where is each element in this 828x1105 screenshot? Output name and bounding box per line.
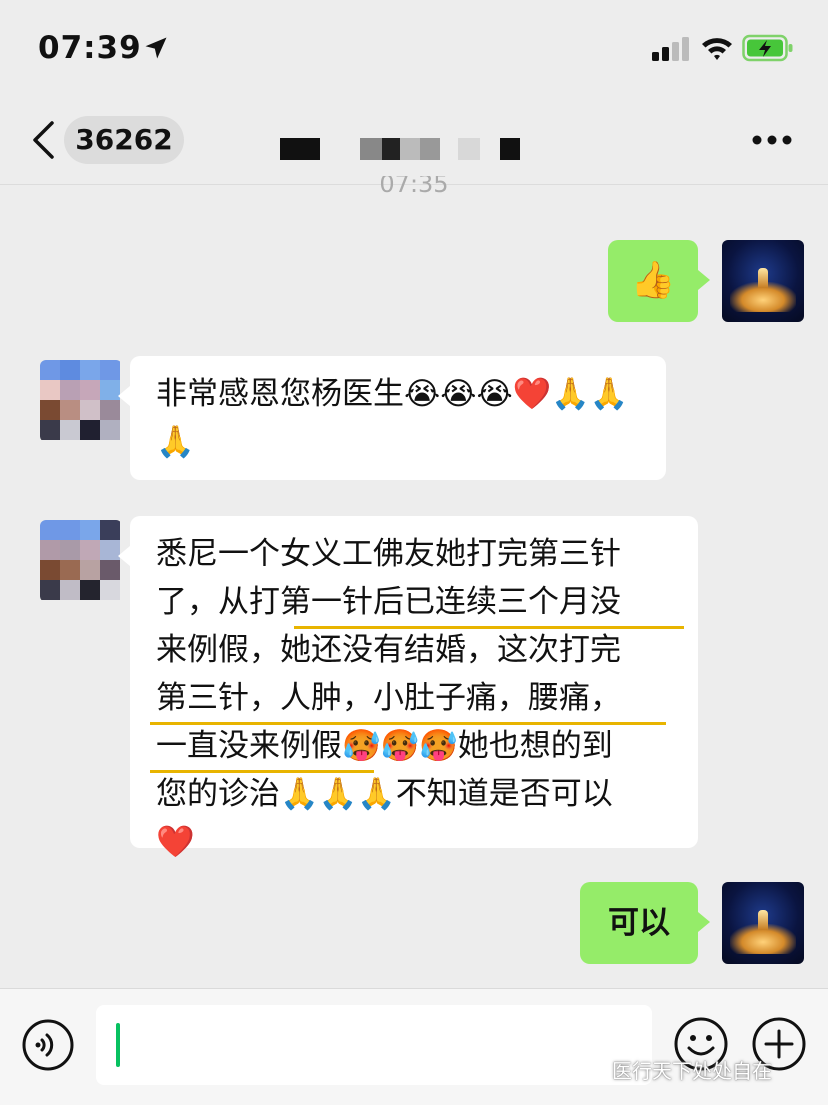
- message-text: 非常感恩您杨医生😭😭😭❤️🙏🙏🙏: [156, 376, 629, 460]
- chat-header: 36262: [0, 100, 828, 185]
- message-bubble-received[interactable]: 非常感恩您杨医生😭😭😭❤️🙏🙏🙏: [130, 356, 666, 480]
- message-bubble-sent[interactable]: 👍: [608, 240, 698, 322]
- cellular-signal-icon: [652, 37, 689, 61]
- message-line: 您的诊治🙏🙏🙏不知道是否可以: [156, 776, 613, 812]
- contact-avatar-pixelated[interactable]: [40, 520, 122, 602]
- watermark: 医行天下处处自在: [612, 1059, 772, 1083]
- highlight-underline: [150, 722, 374, 773]
- more-options-icon[interactable]: [752, 134, 792, 146]
- bubble-tail: [118, 386, 130, 406]
- my-avatar[interactable]: [722, 882, 804, 964]
- message-line: 悉尼一个女义工佛友她打完第三针: [156, 536, 621, 572]
- message-bubble-received[interactable]: 悉尼一个女义工佛友她打完第三针 了，从打第一针后已连续三个月没 来例假，她还没有…: [130, 516, 698, 860]
- message-timestamp: 07:35: [379, 176, 449, 198]
- my-avatar[interactable]: [722, 240, 804, 322]
- highlight-underline: [150, 674, 666, 725]
- voice-input-icon[interactable]: [22, 1019, 74, 1071]
- location-arrow-icon: [145, 37, 167, 59]
- message-line: ❤️: [156, 824, 195, 860]
- message-input-bar: 医行天下处处自在: [0, 988, 828, 1105]
- status-time: 07:39: [38, 30, 142, 66]
- message-bubble-sent[interactable]: 可以: [580, 882, 698, 964]
- wifi-icon: [702, 38, 732, 60]
- avatar-image-detail: [758, 910, 768, 930]
- message-line: 第三针，人肿，小肚子痛，腰痛，: [150, 674, 672, 725]
- unread-count-badge[interactable]: 36262: [64, 116, 184, 164]
- bubble-tail: [698, 912, 710, 932]
- bubble-tail: [118, 546, 130, 566]
- back-chevron-icon[interactable]: [30, 120, 56, 160]
- contact-avatar-pixelated[interactable]: [40, 360, 122, 442]
- text-caret: [116, 1023, 120, 1067]
- message-line: 一直没来例假🥵🥵🥵她也想的到: [150, 722, 672, 773]
- message-line: 来例假，她还没有结婚，这次打完: [156, 632, 621, 668]
- message-line: 了，从打第一针后已连续三个月没: [156, 578, 684, 629]
- battery-charging-icon: [742, 34, 793, 62]
- status-bar: 07:39: [0, 0, 828, 100]
- avatar-image-detail: [758, 268, 768, 288]
- chat-title-redacted: [280, 138, 530, 160]
- highlight-underline: [294, 578, 684, 629]
- message-text-input[interactable]: [96, 1005, 652, 1085]
- bubble-tail: [698, 270, 710, 290]
